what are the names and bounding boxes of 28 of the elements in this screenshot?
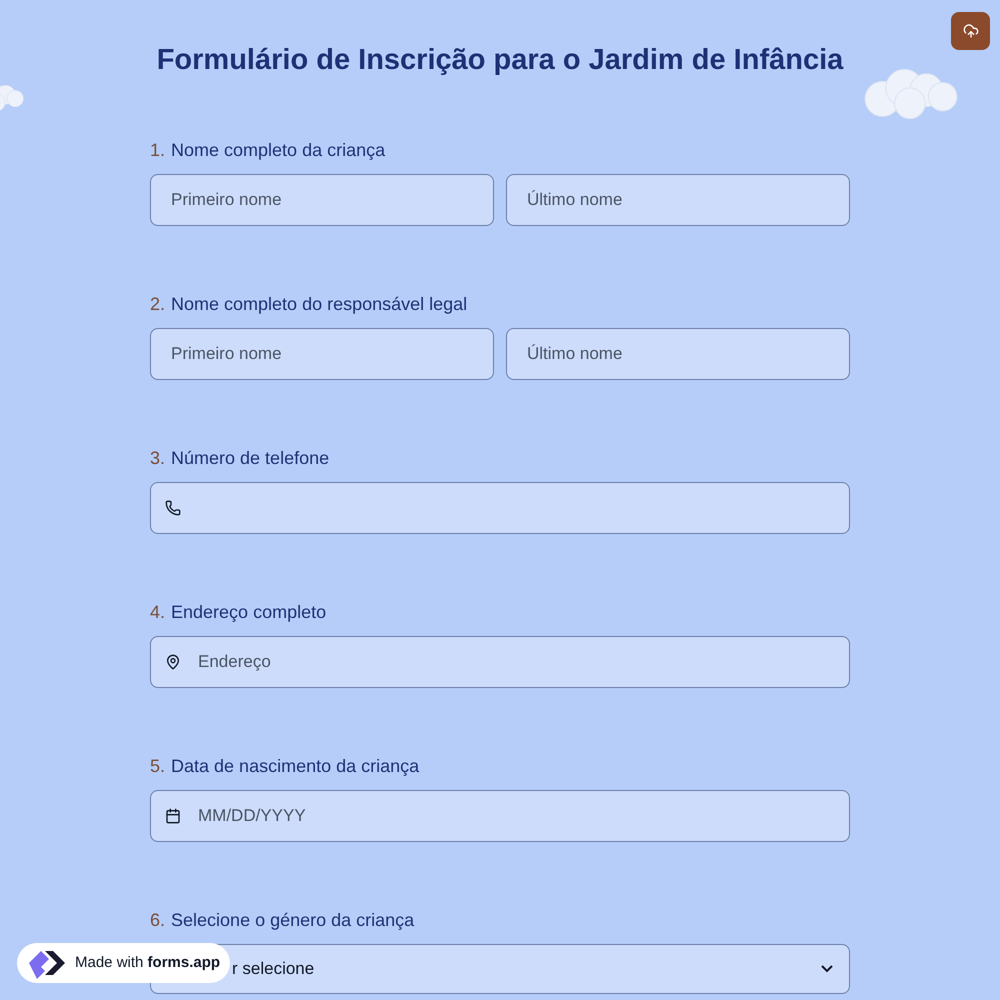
chevron-down-icon [821,965,833,973]
question-label: Nome completo da criança [171,139,386,162]
upload-button[interactable] [951,12,990,50]
form-title: Formulário de Inscrição para o Jardim de Infância [156,43,844,78]
name-field[interactable]: Último nome [506,174,850,226]
question-label: Número de telefone [171,447,330,470]
name-field[interactable]: Primeiro nome [150,174,494,226]
question-number: 5. [150,755,166,778]
location-pin-icon [165,654,181,670]
question-label: Selecione o género da criança [171,909,414,932]
question-number: 2. [150,293,166,316]
made-with-badge[interactable]: Made with forms.app [17,943,230,983]
cloud-upload-icon [962,23,978,39]
phone-field[interactable] [150,482,850,534]
phone-icon [165,500,181,516]
question-number: 6. [150,909,166,932]
question-number: 3. [150,447,166,470]
name-field[interactable]: Último nome [506,328,850,380]
calendar-icon [165,808,181,824]
question-label: Data de nascimento da criança [171,755,420,778]
name-field[interactable]: Primeiro nome [150,328,494,380]
address-field[interactable]: Endereço [150,636,850,688]
date-field[interactable]: MM/DD/YYYY [150,790,850,842]
question-label: Endereço completo [171,601,326,624]
question-number: 1. [150,139,166,162]
question-number: 4. [150,601,166,624]
question-label: Nome completo do responsável legal [171,293,468,316]
cloud-icon [864,68,958,120]
